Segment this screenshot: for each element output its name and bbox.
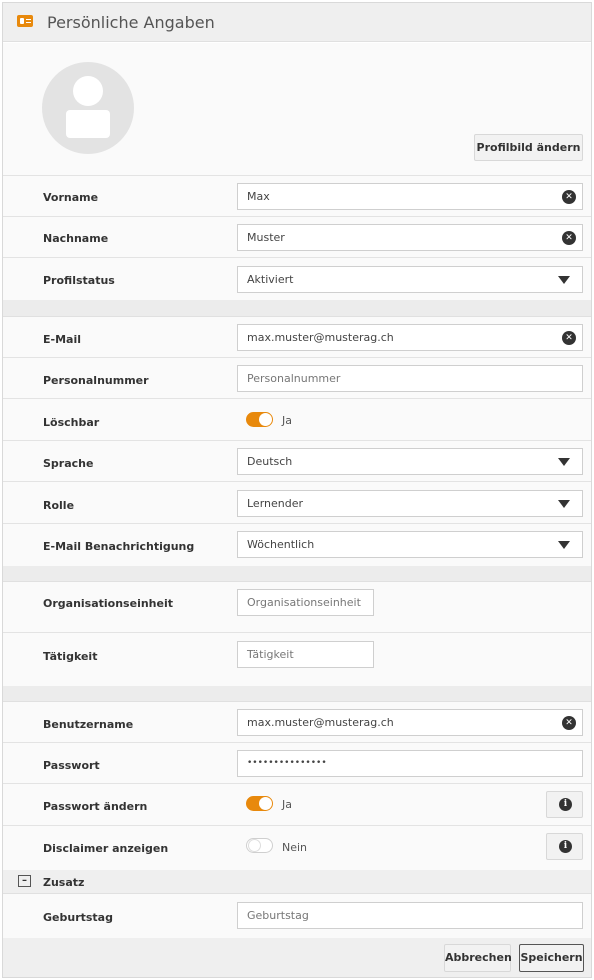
geburtstag-label: Geburtstag (43, 911, 113, 924)
sprache-value: Deutsch (247, 455, 293, 468)
chevron-down-icon (558, 500, 570, 508)
email-value: max.muster@musterag.ch (247, 331, 394, 344)
benutzername-label: Benutzername (43, 718, 134, 731)
profilstatus-value: Aktiviert (247, 273, 294, 286)
vorname-value: Max (247, 190, 270, 203)
rolle-select[interactable]: Lernender (237, 490, 583, 517)
passwort-aendern-toggle[interactable] (246, 796, 273, 811)
info-icon: i (559, 798, 572, 811)
profilstatus-select[interactable]: Aktiviert (237, 266, 583, 293)
vorname-input[interactable]: Max ✕ (237, 183, 583, 210)
nachname-input[interactable]: Muster ✕ (237, 224, 583, 251)
row-sprache: Sprache Deutsch (3, 441, 591, 482)
sprache-select[interactable]: Deutsch (237, 448, 583, 475)
benutzername-value: max.muster@musterag.ch (247, 716, 394, 729)
passwort-aendern-info-button[interactable]: i (546, 791, 583, 818)
passwort-value: ••••••••••••••• (247, 758, 327, 768)
row-nachname: Nachname Muster ✕ (3, 217, 591, 258)
row-taetigkeit: Tätigkeit Tätigkeit (3, 633, 591, 686)
personalnummer-label: Personalnummer (43, 374, 149, 387)
vorname-label: Vorname (43, 191, 99, 204)
disclaimer-toggle[interactable] (246, 838, 273, 853)
personalnummer-input[interactable]: Personalnummer (237, 365, 583, 392)
row-email-benachrichtigung: E-Mail Benachrichtigung Wöchentlich (3, 524, 591, 566)
toggle-knob (248, 839, 261, 852)
taetigkeit-input[interactable]: Tätigkeit (237, 641, 374, 668)
personal-details-panel: Persönliche Angaben Profilbild ändern Vo… (2, 2, 592, 978)
email-input[interactable]: max.muster@musterag.ch ✕ (237, 324, 583, 351)
passwort-aendern-label: Passwort ändern (43, 800, 148, 813)
zusatz-section-header[interactable]: – Zusatz (3, 870, 591, 894)
geburtstag-placeholder: Geburtstag (247, 909, 309, 922)
email-benachrichtigung-select[interactable]: Wöchentlich (237, 531, 583, 558)
email-benachrichtigung-value: Wöchentlich (247, 538, 315, 551)
row-loeschbar: Löschbar Ja (3, 399, 591, 441)
row-organisationseinheit: Organisationseinheit Organisationseinhei… (3, 582, 591, 633)
disclaimer-info-button[interactable]: i (546, 833, 583, 860)
row-disclaimer: Disclaimer anzeigen Nein i (3, 826, 591, 870)
row-personalnummer: Personalnummer Personalnummer (3, 358, 591, 399)
row-benutzername: Benutzername max.muster@musterag.ch ✕ (3, 702, 591, 743)
loeschbar-label: Löschbar (43, 416, 100, 429)
info-icon: i (559, 840, 572, 853)
chevron-down-icon (558, 458, 570, 466)
rolle-value: Lernender (247, 497, 304, 510)
avatar-head (73, 76, 103, 106)
clear-icon[interactable]: ✕ (562, 716, 576, 730)
row-email: E-Mail max.muster@musterag.ch ✕ (3, 317, 591, 358)
organisationseinheit-input[interactable]: Organisationseinheit (237, 589, 374, 616)
chevron-down-icon (558, 276, 570, 284)
passwort-label: Passwort (43, 759, 100, 772)
cancel-button[interactable]: Abbrechen (444, 944, 512, 972)
row-geburtstag: Geburtstag Geburtstag (3, 894, 591, 938)
clear-icon[interactable]: ✕ (562, 190, 576, 204)
row-profilstatus: Profilstatus Aktiviert (3, 258, 591, 300)
loeschbar-toggle[interactable] (246, 412, 273, 427)
passwort-aendern-state: Ja (282, 798, 292, 811)
organisationseinheit-placeholder: Organisationseinheit (247, 596, 361, 609)
profile-picture-section: Profilbild ändern (3, 43, 591, 176)
rolle-label: Rolle (43, 499, 75, 512)
section-separator (3, 686, 591, 702)
benutzername-input[interactable]: max.muster@musterag.ch ✕ (237, 709, 583, 736)
organisationseinheit-label: Organisationseinheit (43, 597, 173, 610)
clear-icon[interactable]: ✕ (562, 331, 576, 345)
taetigkeit-label: Tätigkeit (43, 650, 98, 663)
taetigkeit-placeholder: Tätigkeit (247, 648, 294, 661)
zusatz-label: Zusatz (43, 876, 85, 889)
toggle-knob (259, 413, 272, 426)
page-title: Persönliche Angaben (47, 13, 215, 32)
nachname-value: Muster (247, 231, 285, 244)
row-passwort-aendern: Passwort ändern Ja i (3, 784, 591, 826)
email-benachrichtigung-label: E-Mail Benachrichtigung (43, 540, 195, 553)
disclaimer-state: Nein (282, 841, 308, 854)
section-separator (3, 300, 591, 317)
section-separator (3, 566, 591, 582)
change-profile-picture-button[interactable]: Profilbild ändern (474, 134, 583, 161)
row-passwort: Passwort ••••••••••••••• (3, 743, 591, 784)
geburtstag-input[interactable]: Geburtstag (237, 902, 583, 929)
sprache-label: Sprache (43, 457, 94, 470)
avatar-body (66, 110, 110, 138)
personalnummer-placeholder: Personalnummer (247, 372, 341, 385)
chevron-down-icon (558, 541, 570, 549)
clear-icon[interactable]: ✕ (562, 231, 576, 245)
user-avatar-icon (42, 62, 134, 154)
toggle-knob (259, 797, 272, 810)
row-rolle: Rolle Lernender (3, 482, 591, 524)
contact-card-icon (17, 15, 33, 27)
profilstatus-label: Profilstatus (43, 274, 115, 287)
disclaimer-label: Disclaimer anzeigen (43, 842, 169, 855)
panel-header: Persönliche Angaben (3, 3, 591, 42)
nachname-label: Nachname (43, 232, 109, 245)
form-footer: Abbrechen Speichern (3, 938, 591, 977)
email-label: E-Mail (43, 333, 81, 346)
collapse-icon[interactable]: – (18, 875, 31, 887)
save-button[interactable]: Speichern (519, 944, 584, 972)
loeschbar-state: Ja (282, 414, 292, 427)
row-vorname: Vorname Max ✕ (3, 176, 591, 217)
passwort-input[interactable]: ••••••••••••••• (237, 750, 583, 777)
